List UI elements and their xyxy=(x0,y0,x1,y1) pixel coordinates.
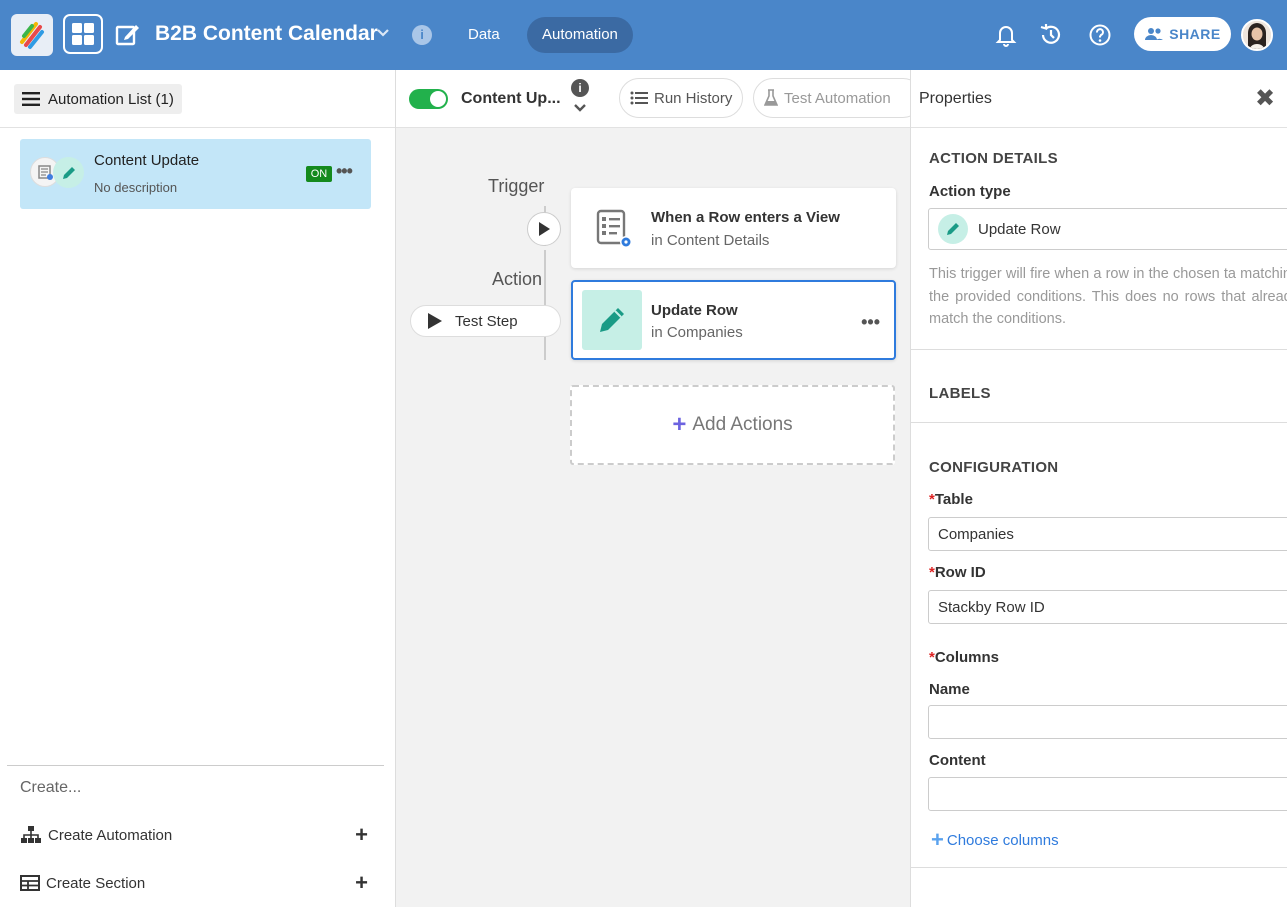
test-automation-button[interactable]: Test Automation xyxy=(753,78,923,118)
action-type-value: Update Row xyxy=(978,220,1061,238)
content-input[interactable] xyxy=(928,777,1287,811)
test-step-button[interactable]: Test Step xyxy=(410,305,561,337)
automation-title: Content Update xyxy=(94,152,200,169)
test-step-label: Test Step xyxy=(455,312,518,330)
trigger-card[interactable]: When a Row enters a View in Content Deta… xyxy=(571,188,896,268)
hamburger-icon xyxy=(22,92,40,106)
chevron-down-icon[interactable] xyxy=(573,101,587,119)
top-bar: B2B Content Calendar i Data Automation S… xyxy=(0,0,1287,70)
automation-sidebar: Automation List (1) Content Update No de… xyxy=(0,70,396,907)
automation-name[interactable]: Content Up... xyxy=(461,90,561,108)
create-section-label: Create Section xyxy=(46,874,146,892)
share-button[interactable]: SHARE xyxy=(1134,17,1231,51)
sidebar-header: Automation List (1) xyxy=(0,70,395,128)
rowid-label-text: Row ID xyxy=(934,564,986,581)
choose-columns-label: Choose columns xyxy=(946,831,1059,849)
configuration-heading: CONFIGURATION xyxy=(929,459,1059,476)
help-icon[interactable] xyxy=(1087,22,1113,48)
pencil-icon xyxy=(53,157,84,188)
chevron-down-icon[interactable] xyxy=(376,26,390,45)
action-card[interactable]: Update Row in Companies ••• xyxy=(571,280,896,360)
automation-toggle[interactable] xyxy=(409,89,448,109)
info-icon[interactable]: i xyxy=(412,25,432,45)
divider xyxy=(911,349,1287,350)
run-history-button[interactable]: Run History xyxy=(619,78,744,118)
name-field-label: Name xyxy=(929,681,970,698)
automation-canvas: Content Up... i Run History Test Automat… xyxy=(396,70,923,907)
action-details-heading: ACTION DETAILS xyxy=(929,150,1058,167)
history-icon[interactable] xyxy=(1038,22,1064,48)
action-type-label: Action type xyxy=(929,183,1011,200)
edit-icon[interactable] xyxy=(115,22,141,48)
labels-heading[interactable]: LABELS xyxy=(929,385,991,402)
columns-label-text: Columns xyxy=(934,649,1000,666)
status-badge: ON xyxy=(306,166,332,182)
add-actions-label: Add Actions xyxy=(692,414,793,435)
test-automation-label: Test Automation xyxy=(784,89,891,107)
divider xyxy=(7,765,384,766)
table-field-label: *Table xyxy=(929,491,973,508)
divider xyxy=(911,422,1287,423)
choose-columns-link[interactable]: + Choose columns xyxy=(931,827,1059,853)
automation-list-item[interactable]: Content Update No description ON ••• xyxy=(20,139,371,209)
people-icon xyxy=(1145,28,1164,40)
run-trigger-button[interactable] xyxy=(527,212,561,246)
rowid-input[interactable]: Stackby Row ID xyxy=(928,590,1287,624)
flask-icon xyxy=(764,89,778,106)
avatar[interactable] xyxy=(1241,19,1273,51)
hierarchy-icon xyxy=(21,826,41,843)
name-input[interactable] xyxy=(928,705,1287,739)
run-history-label: Run History xyxy=(654,89,733,107)
rowid-field-label: *Row ID xyxy=(929,564,986,581)
base-title[interactable]: B2B Content Calendar xyxy=(155,22,378,46)
share-label: SHARE xyxy=(1169,26,1221,42)
trigger-card-title: When a Row enters a View xyxy=(651,209,840,226)
create-automation-button[interactable]: Create Automation + xyxy=(20,822,368,848)
action-card-subtitle: in Companies xyxy=(651,324,743,341)
table-view-icon xyxy=(583,198,643,258)
automation-list-button[interactable]: Automation List (1) xyxy=(14,84,182,114)
table-label-text: Table xyxy=(934,491,973,508)
automation-description: No description xyxy=(94,180,178,195)
plus-icon: + xyxy=(672,411,687,438)
action-type-select[interactable]: Update Row xyxy=(928,208,1287,250)
properties-panel: Properties ✖ ACTION DETAILS Action type … xyxy=(910,70,1287,907)
stackby-logo[interactable] xyxy=(11,14,53,56)
tab-data[interactable]: Data xyxy=(453,17,515,53)
pencil-icon xyxy=(582,290,642,350)
list-icon xyxy=(630,91,648,105)
properties-title: Properties xyxy=(919,90,992,107)
more-icon[interactable]: ••• xyxy=(861,312,880,333)
properties-header: Properties ✖ xyxy=(911,70,1287,128)
trigger-card-subtitle: in Content Details xyxy=(651,232,770,249)
divider xyxy=(911,867,1287,868)
canvas-header: Content Up... i Run History Test Automat… xyxy=(396,70,923,128)
create-section-button[interactable]: Create Section + xyxy=(20,870,368,896)
action-card-title: Update Row xyxy=(651,302,738,319)
plus-icon: + xyxy=(931,827,944,852)
close-icon[interactable]: ✖ xyxy=(1255,84,1275,113)
create-automation-label: Create Automation xyxy=(48,826,173,844)
bell-icon[interactable] xyxy=(993,22,1019,48)
play-icon xyxy=(428,313,442,329)
trigger-label: Trigger xyxy=(488,176,545,196)
tab-automation[interactable]: Automation xyxy=(527,17,633,53)
create-heading: Create... xyxy=(20,779,82,796)
plus-icon: + xyxy=(355,870,368,895)
add-actions-button[interactable]: + Add Actions xyxy=(570,385,895,465)
help-text: This trigger will fire when a row in the… xyxy=(929,266,1287,327)
play-icon xyxy=(539,222,550,236)
columns-field-label: *Columns xyxy=(929,649,999,666)
table-select[interactable]: Companies xyxy=(928,517,1287,551)
pencil-icon xyxy=(938,214,968,244)
content-field-label: Content xyxy=(929,752,986,769)
automation-list-label: Automation List (1) xyxy=(48,90,174,108)
more-icon[interactable]: ••• xyxy=(336,161,353,182)
plus-icon: + xyxy=(355,822,368,847)
grid-icon[interactable] xyxy=(63,14,103,54)
action-label: Action xyxy=(492,269,543,289)
table-icon xyxy=(20,875,40,891)
info-icon[interactable]: i xyxy=(571,79,589,97)
